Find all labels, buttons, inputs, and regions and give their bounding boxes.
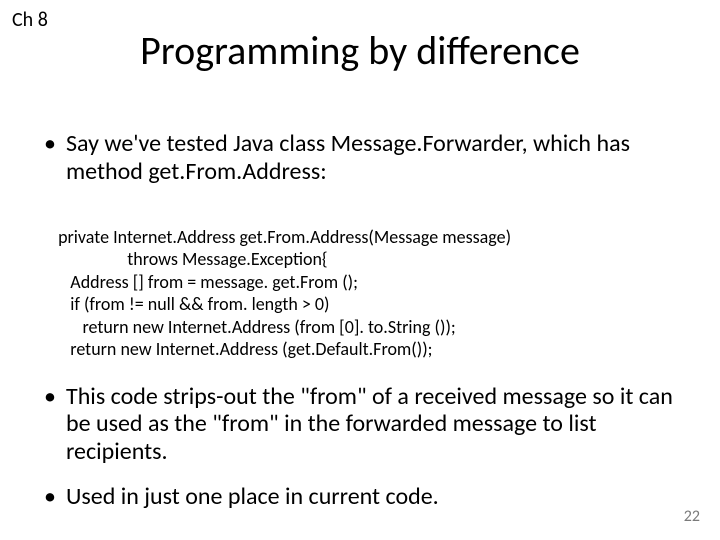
slide-title: Programming by difference bbox=[0, 26, 720, 75]
bullet-item: Used in just one place in current code. bbox=[40, 483, 680, 511]
code-line: return new Internet.Address (get.Default… bbox=[54, 338, 433, 360]
code-line: Address [] from = message. get.From (); bbox=[54, 271, 358, 293]
slide: Ch 8 Programming by difference Say we've… bbox=[0, 0, 720, 540]
code-line: throws Message.Exception{ bbox=[54, 248, 328, 270]
code-block: private Internet.Address get.From.Addres… bbox=[54, 203, 680, 361]
bullet-item: This code strips-out the "from" of a rec… bbox=[40, 383, 680, 466]
code-line: private Internet.Address get.From.Addres… bbox=[54, 226, 511, 248]
bullet-item: Say we've tested Java class Message.Forw… bbox=[40, 130, 680, 185]
code-line: if (from != null && from. length > 0) bbox=[54, 293, 330, 315]
code-line: return new Internet.Address (from [0]. t… bbox=[54, 316, 456, 338]
page-number: 22 bbox=[684, 507, 700, 526]
slide-body: Say we've tested Java class Message.Forw… bbox=[40, 130, 680, 529]
